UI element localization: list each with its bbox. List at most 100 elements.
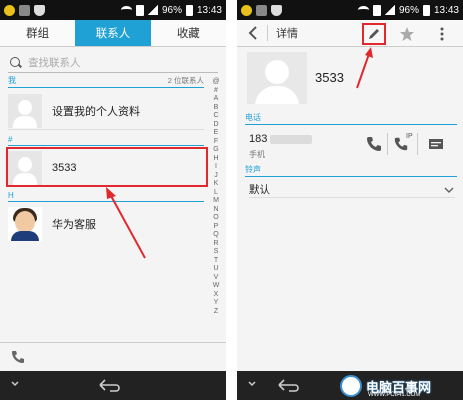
ringtone-value: 默认	[249, 184, 270, 196]
alphabet-index-letter[interactable]: L	[214, 189, 218, 198]
alphabet-index-letter[interactable]: M	[213, 197, 219, 206]
alphabet-index-letter[interactable]: H	[213, 155, 218, 164]
phone-type: 手机	[249, 150, 265, 159]
alphabet-index-letter[interactable]: U	[213, 265, 218, 274]
alphabet-index-letter[interactable]: A	[214, 95, 219, 104]
alphabet-index-letter[interactable]: Z	[214, 308, 218, 317]
clock: 13:43	[433, 4, 459, 16]
divider	[417, 133, 418, 155]
alphabet-index-letter[interactable]: Y	[214, 299, 219, 308]
battery-percent: 96%	[398, 4, 419, 16]
wifi-icon	[120, 6, 132, 14]
battery-icon	[422, 4, 430, 16]
alphabet-index[interactable]: @ # A B C D E F G H I J K L M N O P Q R S T U V W X Y Z	[209, 78, 223, 316]
alphabet-index-letter[interactable]: C	[213, 112, 218, 121]
detail-action-bar: 详情	[237, 20, 463, 47]
message-icon[interactable]	[427, 135, 445, 153]
chevron-down-icon[interactable]	[10, 379, 20, 389]
alphabet-index-letter[interactable]: P	[214, 223, 219, 232]
alphabet-index-letter[interactable]: @	[212, 78, 219, 87]
alphabet-index-letter[interactable]: V	[214, 274, 219, 283]
sim-icon	[135, 4, 144, 16]
highlight-box	[6, 147, 208, 187]
alphabet-index-letter[interactable]: I	[215, 163, 217, 172]
section-header-h: H	[8, 190, 204, 202]
alphabet-index-letter[interactable]: X	[214, 291, 219, 300]
avatar	[8, 207, 42, 241]
contact-name: 设置我的个人资料	[52, 105, 140, 118]
ip-label: IP	[406, 133, 413, 140]
contact-count: 2 位联系人	[167, 76, 204, 85]
more-menu-button[interactable]	[435, 23, 449, 45]
clock: 13:43	[196, 4, 222, 16]
phone-number[interactable]: 183	[249, 133, 313, 145]
alphabet-index-letter[interactable]: #	[214, 87, 218, 96]
section-header-me: 我 2 位联系人	[8, 76, 204, 88]
tab-favorites[interactable]: 收藏	[151, 20, 226, 46]
page-title: 详情	[267, 25, 298, 41]
section-letter: #	[8, 135, 13, 144]
pencil-icon	[369, 29, 379, 39]
back-icon[interactable]	[275, 377, 303, 393]
ringtone-selector[interactable]: 默认	[249, 182, 455, 198]
search-bar	[8, 53, 218, 73]
shield-icon	[34, 4, 45, 16]
chevron-down-icon[interactable]	[247, 379, 257, 389]
back-icon[interactable]	[96, 377, 124, 393]
notification-icon	[4, 4, 15, 16]
edit-button[interactable]	[362, 23, 386, 45]
alphabet-index-letter[interactable]: K	[214, 180, 219, 189]
contact-detail-screen: 96% 13:43 详情 3533 电话 183 手机 IP 铃声 默认	[237, 0, 463, 400]
search-input[interactable]	[28, 56, 208, 69]
alphabet-index-letter[interactable]: T	[214, 257, 218, 266]
alphabet-index-letter[interactable]: F	[214, 138, 218, 147]
alphabet-index-letter[interactable]: J	[214, 172, 218, 181]
image-icon	[19, 4, 30, 16]
alphabet-index-letter[interactable]: B	[214, 104, 219, 113]
section-letter: H	[8, 191, 14, 200]
favorite-button[interactable]	[396, 23, 418, 45]
sim-icon	[372, 4, 381, 16]
status-bar: 96% 13:43	[237, 0, 463, 20]
alphabet-index-letter[interactable]: W	[213, 282, 220, 291]
tab-bar: 群组 联系人 收藏	[0, 20, 226, 47]
signal-icon	[384, 5, 395, 15]
alphabet-index-letter[interactable]: E	[214, 129, 219, 138]
search-icon	[10, 56, 22, 69]
section-header-phone: 电话	[245, 113, 457, 125]
chevron-down-icon	[444, 186, 454, 193]
alphabet-index-letter[interactable]: R	[213, 240, 218, 249]
call-icon[interactable]	[365, 135, 383, 153]
watermark-url: WWW.PC841.COM	[368, 392, 421, 398]
star-icon	[400, 27, 414, 41]
list-item-my-profile[interactable]: 设置我的个人资料	[8, 92, 204, 130]
alphabet-index-letter[interactable]: O	[213, 214, 218, 223]
chevron-left-icon	[248, 26, 257, 40]
wifi-icon	[357, 6, 369, 14]
section-letter: 我	[8, 76, 16, 85]
tab-contacts[interactable]: 联系人	[75, 20, 151, 46]
tab-groups[interactable]: 群组	[0, 20, 75, 46]
watermark-logo-icon	[340, 375, 362, 397]
section-header-ringtone: 铃声	[245, 165, 457, 177]
alphabet-index-letter[interactable]: Q	[213, 231, 218, 240]
ip-call-button[interactable]: IP	[393, 133, 415, 153]
screenshot-root: 96% 13:43 群组 联系人 收藏 我 2 位联系人 设置我的个人资料 #	[0, 0, 463, 400]
dial-phone-icon[interactable]	[10, 349, 26, 365]
alphabet-index-letter[interactable]: S	[214, 248, 219, 257]
list-item-huawei-service[interactable]: 华为客服	[8, 205, 204, 243]
redacted-digits	[270, 134, 313, 144]
more-vertical-icon	[440, 27, 444, 41]
alphabet-index-letter[interactable]: N	[213, 206, 218, 215]
site-watermark: 电脑百事网 WWW.PC841.COM	[340, 372, 463, 400]
notification-icon	[241, 4, 252, 16]
contact-name: 3533	[315, 70, 344, 85]
alphabet-index-letter[interactable]: G	[213, 146, 218, 155]
contact-photo[interactable]	[247, 52, 307, 104]
alphabet-index-letter[interactable]: D	[213, 121, 218, 130]
navigation-bar	[0, 371, 226, 400]
divider	[387, 133, 388, 155]
back-button[interactable]	[243, 23, 263, 43]
bottom-bar	[0, 342, 226, 370]
avatar	[8, 93, 42, 128]
